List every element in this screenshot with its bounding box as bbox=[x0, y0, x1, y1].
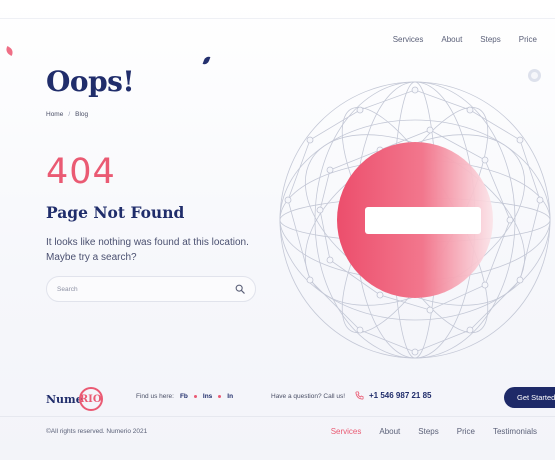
error-heading: Page Not Found bbox=[46, 203, 185, 222]
breadcrumb: Home / Blog bbox=[46, 111, 88, 118]
footer-nav-price[interactable]: Price bbox=[457, 427, 475, 436]
top-divider bbox=[0, 18, 555, 19]
nav-steps[interactable]: Steps bbox=[480, 35, 500, 44]
phone-number: +1 546 987 21 85 bbox=[369, 391, 432, 400]
search-icon[interactable] bbox=[235, 284, 245, 294]
logo-text: Nume bbox=[46, 392, 83, 406]
phone-icon bbox=[355, 391, 364, 400]
phone-link[interactable]: +1 546 987 21 85 bbox=[355, 391, 432, 400]
social-dot bbox=[193, 395, 197, 398]
footer-nav-steps[interactable]: Steps bbox=[418, 427, 438, 436]
breadcrumb-separator: / bbox=[68, 111, 71, 118]
search-input[interactable] bbox=[57, 285, 235, 293]
logo-badge-text: RIO bbox=[79, 393, 102, 405]
call-question: Have a question? Call us! bbox=[271, 393, 346, 400]
logo[interactable]: Nume RIO bbox=[46, 387, 103, 411]
footer-divider bbox=[0, 416, 555, 417]
footer-nav-testimonials[interactable]: Testimonials bbox=[493, 427, 537, 436]
find-us-label: Find us here: bbox=[136, 393, 174, 400]
nav-price[interactable]: Price bbox=[519, 35, 537, 44]
globe-illustration bbox=[279, 81, 551, 359]
error-code: 404 bbox=[46, 152, 116, 192]
error-message: It looks like nothing was found at this … bbox=[46, 237, 249, 263]
decorative-leaf-blue bbox=[202, 55, 211, 66]
copyright: ©All rights reserved. Numerio 2021 bbox=[46, 428, 148, 435]
nav-about[interactable]: About bbox=[441, 35, 462, 44]
social-linkedin[interactable]: In bbox=[227, 393, 233, 400]
footer-nav: Services About Steps Price Testimonials bbox=[313, 427, 537, 436]
footer-nav-about[interactable]: About bbox=[379, 427, 400, 436]
nav-services[interactable]: Services bbox=[393, 35, 424, 44]
decorative-leaf-red bbox=[4, 45, 15, 57]
social-links: Find us here: Fb Ins In bbox=[136, 393, 233, 400]
social-instagram[interactable]: Ins bbox=[203, 393, 212, 400]
header-nav: Services About Steps Price bbox=[375, 35, 537, 44]
get-started-button[interactable]: Get Started bbox=[504, 387, 555, 408]
breadcrumb-blog: Blog bbox=[75, 111, 89, 118]
stop-sign-bar bbox=[365, 207, 481, 234]
social-dot bbox=[218, 395, 222, 398]
footer-nav-services[interactable]: Services bbox=[331, 427, 362, 436]
logo-badge: RIO bbox=[78, 387, 103, 411]
social-facebook[interactable]: Fb bbox=[180, 393, 188, 400]
search-box bbox=[46, 276, 256, 302]
breadcrumb-home[interactable]: Home bbox=[46, 111, 63, 118]
page-title: Oops! bbox=[46, 65, 135, 98]
